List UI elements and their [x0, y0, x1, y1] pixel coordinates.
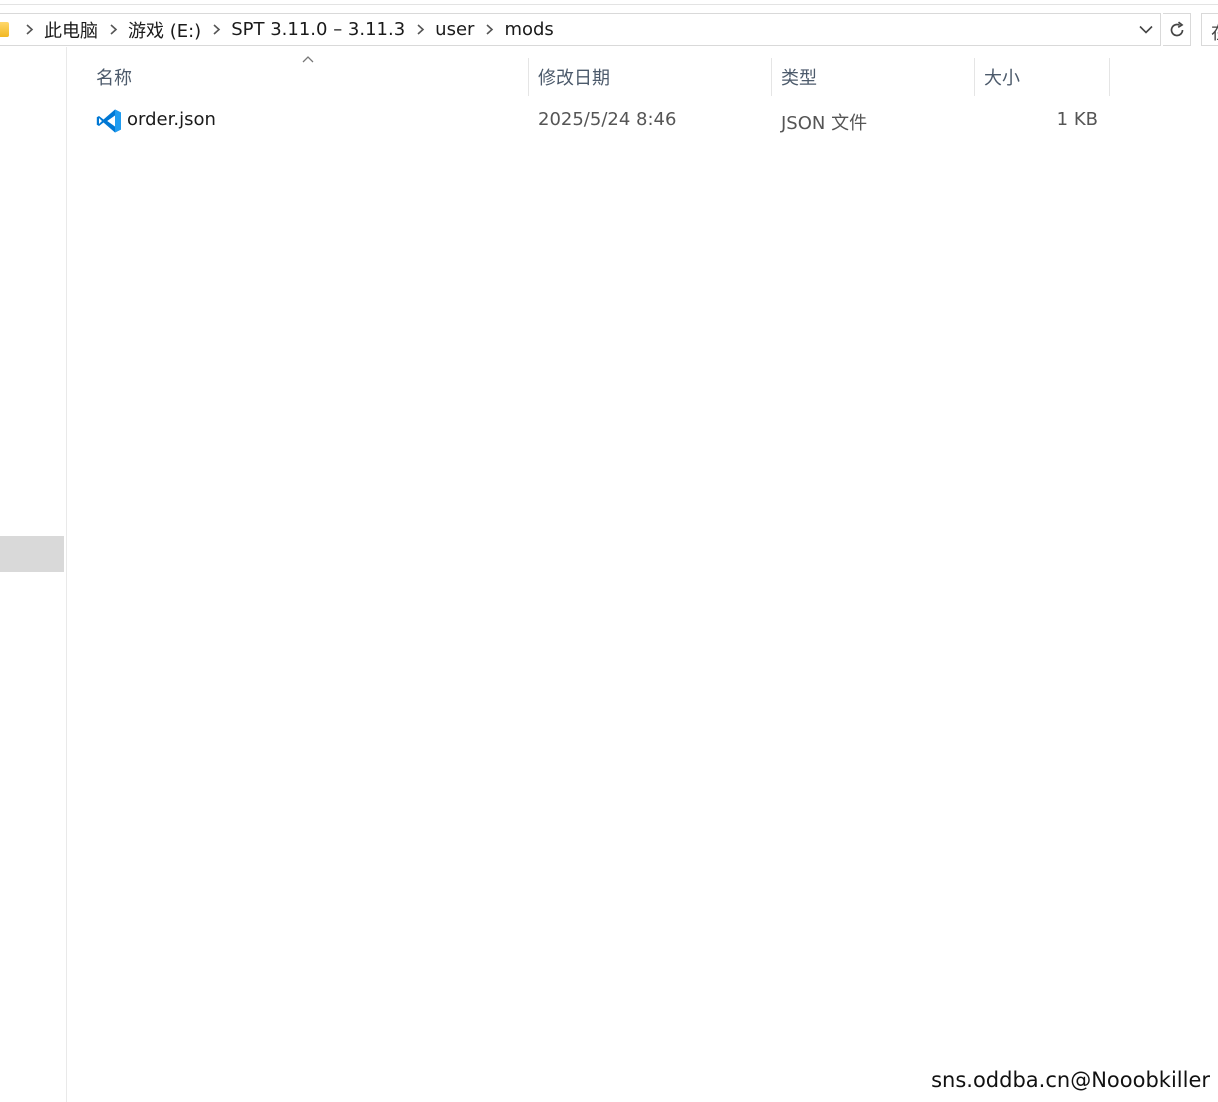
- column-header-size-label: 大小: [984, 68, 1020, 89]
- file-type: JSON 文件: [781, 113, 868, 134]
- column-header-date[interactable]: 修改日期: [529, 58, 771, 96]
- file-name: order.json: [127, 109, 216, 130]
- chevron-right-icon[interactable]: [101, 14, 125, 45]
- column-resize-handle[interactable]: [1109, 58, 1110, 96]
- breadcrumb-drive-e[interactable]: 游戏 (E:): [125, 17, 204, 43]
- window-top-border: [0, 4, 1218, 5]
- chevron-right-icon[interactable]: [408, 14, 432, 45]
- chevron-right-icon[interactable]: [17, 14, 41, 45]
- column-header-name[interactable]: 名称: [88, 58, 528, 96]
- column-header-name-label: 名称: [96, 68, 132, 89]
- column-header-type-label: 类型: [781, 68, 817, 89]
- chevron-down-icon: [1139, 25, 1153, 34]
- refresh-button[interactable]: [1163, 13, 1191, 46]
- search-placeholder: 在: [1211, 19, 1218, 45]
- breadcrumb-this-pc[interactable]: 此电脑: [41, 17, 101, 43]
- file-row[interactable]: order.json 2025/5/24 8:46 JSON 文件 1 KB: [88, 103, 1110, 139]
- column-header-size[interactable]: 大小: [975, 58, 1109, 96]
- watermark-text: sns.oddba.cn@Nooobkiller: [931, 1068, 1210, 1092]
- nav-selected-item[interactable]: [0, 536, 64, 572]
- column-header-type[interactable]: 类型: [772, 58, 974, 96]
- column-header-date-label: 修改日期: [538, 68, 610, 89]
- nav-pane-divider[interactable]: [66, 47, 67, 1102]
- breadcrumb-spt[interactable]: SPT 3.11.0 – 3.11.3: [228, 19, 408, 40]
- address-bar[interactable]: 此电脑 游戏 (E:) SPT 3.11.0 – 3.11.3 user mod…: [0, 13, 1161, 46]
- chevron-right-icon[interactable]: [204, 14, 228, 45]
- navigation-pane[interactable]: [0, 47, 66, 1102]
- folder-icon: [0, 22, 9, 37]
- breadcrumb: 此电脑 游戏 (E:) SPT 3.11.0 – 3.11.3 user mod…: [17, 14, 557, 45]
- vscode-icon: [96, 109, 121, 133]
- file-size: 1 KB: [1056, 109, 1098, 130]
- chevron-right-icon[interactable]: [477, 14, 501, 45]
- address-history-dropdown[interactable]: [1134, 14, 1158, 45]
- breadcrumb-user[interactable]: user: [432, 19, 477, 40]
- refresh-icon: [1170, 21, 1183, 36]
- search-input[interactable]: 在: [1201, 13, 1218, 46]
- breadcrumb-mods[interactable]: mods: [501, 19, 556, 40]
- file-date-modified: 2025/5/24 8:46: [538, 109, 677, 130]
